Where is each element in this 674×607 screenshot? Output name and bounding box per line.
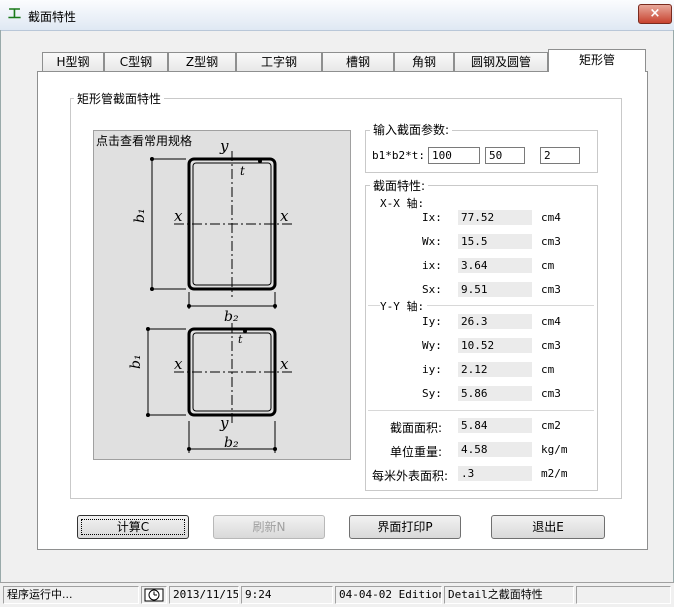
b1-label-top: b₁	[132, 208, 148, 223]
x-axis-label-right-top: x	[280, 207, 289, 225]
surface-unit: m2/m	[541, 467, 568, 480]
calc-button[interactable]: 计算C	[77, 515, 189, 539]
x-axis-label-left-bottom: x	[174, 355, 183, 373]
xx-axis-header: X-X 轴:	[380, 197, 425, 210]
ix-radius-value: 3.64	[458, 258, 532, 273]
print-button-label: 界面打印P	[377, 520, 433, 534]
wy-value: 10.52	[458, 338, 532, 353]
y-axis-label-bottom: y	[219, 414, 229, 432]
status-detail: Detail之截面特性	[444, 586, 574, 604]
iy-moment-unit: cm4	[541, 315, 561, 328]
x-axis-label-left-top: x	[174, 207, 183, 225]
status-bar: 程序运行中... 2013/11/15 9:24 04-04-02 Editio…	[0, 582, 674, 607]
refresh-button-label: 刷新N	[252, 520, 286, 534]
area-value: 5.84	[458, 418, 532, 433]
wy-label: Wy:	[422, 339, 442, 352]
window-title: 截面特性	[28, 10, 77, 24]
weight-unit: kg/m	[541, 443, 568, 456]
param-label: b1*b2*t:	[372, 149, 425, 162]
main-group-title: 矩形管截面特性	[74, 90, 165, 107]
tab-angle[interactable]: 角钢	[394, 52, 454, 71]
section-drawing: y x x t b₁ b₂ x x t y b₁ b₂	[128, 137, 294, 453]
b2-label-bottom: b₂	[224, 435, 239, 451]
status-running: 程序运行中...	[3, 586, 139, 604]
tab-c-steel[interactable]: C型钢	[104, 52, 168, 71]
iy-moment-label: Iy:	[422, 315, 442, 328]
b2-label-top: b₂	[224, 309, 239, 325]
status-empty	[576, 586, 671, 604]
yy-axis-header: Y-Y 轴:	[380, 298, 428, 314]
tab-rect-tube[interactable]: 矩形管	[548, 49, 646, 72]
sx-label: Sx:	[422, 283, 442, 296]
iy-radius-label: iy:	[422, 363, 442, 376]
tab-channel[interactable]: 槽钢	[322, 52, 394, 71]
b1-input[interactable]	[428, 147, 480, 164]
ix-moment-value: 77.52	[458, 210, 532, 225]
weight-label: 单位重量:	[390, 445, 443, 459]
t-input[interactable]	[540, 147, 580, 164]
title-bar: 工 截面特性 ×	[0, 0, 674, 31]
tab-h-steel[interactable]: H型钢	[42, 52, 104, 71]
t-label-bottom: t	[238, 333, 243, 346]
x-axis-label-right-bottom: x	[280, 355, 289, 373]
clock-icon	[141, 586, 167, 604]
props-separator	[368, 410, 594, 411]
sy-unit: cm3	[541, 387, 561, 400]
wx-value: 15.5	[458, 234, 532, 249]
iy-radius-unit: cm	[541, 363, 555, 376]
ix-radius-unit: cm	[541, 259, 555, 272]
tab-round-pipe[interactable]: 圆钢及圆管	[454, 52, 548, 71]
props-group-title: 截面特性:	[370, 177, 429, 194]
b2-input[interactable]	[485, 147, 525, 164]
status-date: 2013/11/15	[169, 586, 239, 604]
print-button[interactable]: 界面打印P	[349, 515, 461, 539]
app-icon: 工	[8, 7, 22, 22]
iy-radius-value: 2.12	[458, 362, 532, 377]
t-label-top: t	[240, 164, 245, 178]
tab-i-beam[interactable]: 工字钢	[236, 52, 322, 71]
wy-unit: cm3	[541, 339, 561, 352]
ix-radius-label: ix:	[422, 259, 442, 272]
refresh-button[interactable]: 刷新N	[213, 515, 325, 539]
surface-label: 每米外表面积:	[372, 469, 449, 483]
wx-unit: cm3	[541, 235, 561, 248]
tab-z-steel[interactable]: Z型钢	[168, 52, 236, 71]
iy-moment-value: 26.3	[458, 314, 532, 329]
wx-label: Wx:	[422, 235, 442, 248]
close-button[interactable]: ×	[638, 4, 672, 24]
ix-moment-unit: cm4	[541, 211, 561, 224]
area-unit: cm2	[541, 419, 561, 432]
weight-value: 4.58	[458, 442, 532, 457]
focus-ring	[81, 519, 185, 535]
sx-unit: cm3	[541, 283, 561, 296]
b1-label-bottom: b₁	[128, 354, 144, 369]
sy-value: 5.86	[458, 386, 532, 401]
exit-button-label: 退出E	[532, 520, 564, 534]
sy-label: Sy:	[422, 387, 442, 400]
sx-value: 9.51	[458, 282, 532, 297]
ix-moment-label: Ix:	[422, 211, 442, 224]
area-label: 截面面积:	[390, 421, 443, 435]
section-figure[interactable]: 点击查看常用规格 y x x t b₁ b₂ x x t y b₁ b₂	[93, 130, 351, 460]
y-axis-label-top: y	[219, 137, 229, 155]
input-group-title: 输入截面参数:	[370, 121, 453, 138]
status-edition: 04-04-02 Edition	[335, 586, 442, 604]
surface-value: .3	[458, 466, 532, 481]
status-time: 9:24	[241, 586, 333, 604]
exit-button[interactable]: 退出E	[491, 515, 605, 539]
